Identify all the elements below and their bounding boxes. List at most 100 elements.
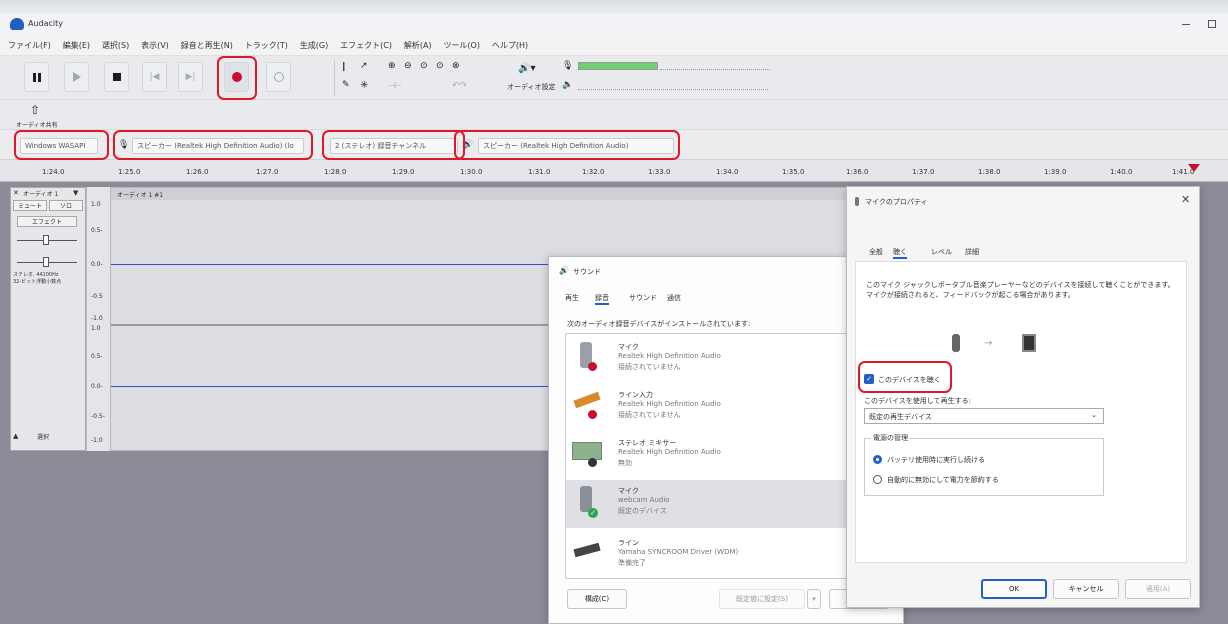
record-annotation [217, 56, 257, 100]
power-radio-2[interactable] [873, 475, 882, 484]
share-audio-label[interactable]: オーディオ共有 [16, 120, 58, 129]
track-name-menu[interactable]: オーディオ 1 [23, 189, 58, 198]
scale-label: -1.0 [91, 437, 103, 444]
power-option-2[interactable]: 自動的に無効にして電力を節約する [887, 475, 999, 485]
zoom-in-icon[interactable]: ⊕ [388, 61, 396, 71]
menu-tools[interactable]: ツール(O) [443, 36, 480, 56]
ruler-tick: 1:29.0 [392, 168, 415, 176]
pause-button[interactable] [24, 62, 49, 92]
audio-setup-label[interactable]: オーディオ設定 [507, 82, 556, 92]
tab-recording[interactable]: 録音 [595, 293, 609, 305]
mute-button[interactable]: ミュート [13, 200, 47, 211]
recording-device-list[interactable]: マイク Realtek High Definition Audio 接続されてい… [565, 333, 865, 579]
playback-through-value: 既定の再生デバイス [869, 413, 932, 421]
select-track-button[interactable]: 選択 [37, 432, 49, 441]
play-icon [72, 72, 81, 82]
ruler-tick: 1:39.0 [1044, 168, 1067, 176]
menu-view[interactable]: 表示(V) [141, 36, 169, 56]
loop-button[interactable] [266, 62, 291, 92]
minimize-icon[interactable] [1182, 24, 1190, 25]
amplitude-scale: 1.0 0.5- 0.0- -0.5 -1.0 1.0 0.5- 0.0- -0… [86, 187, 110, 451]
menu-select[interactable]: 選択(S) [102, 36, 129, 56]
device-item[interactable]: マイク Realtek High Definition Audio 接続されてい… [566, 336, 864, 380]
device-item[interactable]: ライン Yamaha SYNCROOM Driver (WDM) 準備完了 [566, 532, 864, 576]
zoom-out-icon[interactable]: ⊖ [404, 61, 412, 71]
window-title: Audacity [28, 19, 64, 28]
apply-button[interactable]: 適用(A) [1125, 579, 1191, 599]
power-radio-1[interactable] [873, 455, 882, 464]
clip-name[interactable]: オーディオ 1 #1 [117, 190, 163, 199]
effects-button[interactable]: エフェクト [17, 216, 77, 227]
playhead-marker-icon[interactable] [1188, 164, 1200, 172]
playback-through-select[interactable]: 既定の再生デバイス ⌄ [864, 408, 1104, 424]
tab-advanced[interactable]: 詳細 [965, 247, 979, 257]
stop-button[interactable] [104, 62, 129, 92]
tab-general[interactable]: 全般 [869, 247, 883, 257]
zoom-toggle-icon[interactable]: ⊗ [452, 61, 460, 71]
share-toolbar: ⇧ オーディオ共有 [0, 100, 1228, 130]
listen-description: このマイク ジャックしポータブル音楽プレーヤーなどのデバイスを接続して聴くことが… [866, 281, 1175, 299]
collapse-track-icon[interactable]: ▲ [13, 432, 18, 440]
configure-button[interactable]: 構成(C) [567, 589, 627, 609]
disconnected-badge-icon [588, 410, 597, 419]
menu-bar: ファイル(F) 編集(E) 選択(S) 表示(V) 録音と再生(N) トラック(… [0, 36, 1228, 56]
tab-communications[interactable]: 通信 [667, 293, 681, 303]
record-meter[interactable] [578, 62, 658, 70]
timeline-ruler[interactable]: 1:24.0 1:25.0 1:26.0 1:27.0 1:28.0 1:29.… [0, 160, 1228, 182]
mic-properties-dialog: マイクのプロパティ ✕ 全般 聴く レベル 詳細 このマイク ジャックしポータブ… [846, 186, 1200, 608]
tab-levels[interactable]: レベル [931, 247, 952, 257]
playback-device-annotation [454, 130, 680, 160]
scale-label: 0.5- [91, 353, 103, 360]
close-dialog-icon[interactable]: ✕ [1181, 193, 1190, 206]
tab-listen[interactable]: 聴く [893, 247, 907, 259]
menu-tracks[interactable]: トラック(T) [245, 36, 288, 56]
tab-playback[interactable]: 再生 [565, 293, 579, 303]
tab-sounds[interactable]: サウンド [629, 293, 657, 303]
envelope-tool-icon[interactable]: ↗ [360, 61, 368, 71]
skip-end-button[interactable]: ▶| [178, 62, 203, 92]
maximize-icon[interactable] [1208, 20, 1216, 28]
menu-edit[interactable]: 編集(E) [63, 36, 90, 56]
skip-start-button[interactable]: |◀ [142, 62, 167, 92]
undo-icon[interactable]: ↶↷ [452, 81, 467, 91]
trim-icon[interactable]: ⊣⊢ [388, 81, 402, 90]
set-default-button[interactable]: 既定値に設定(S) [719, 589, 805, 609]
ruler-tick: 1:37.0 [912, 168, 935, 176]
pan-slider-thumb[interactable] [43, 257, 49, 267]
ok-button[interactable]: OK [981, 579, 1047, 599]
play-button[interactable] [64, 62, 89, 92]
device-item-selected[interactable]: ✓ マイク webcam Audio 既定のデバイス [566, 480, 864, 528]
power-management-group: 電源の管理 バッテリ使用時に実行し続ける 自動的に無効にして電力を節約する [864, 433, 1104, 496]
cancel-button[interactable]: キャンセル [1053, 579, 1119, 599]
draw-tool-icon[interactable]: ✎ [342, 80, 350, 90]
device-driver: Realtek High Definition Audio [618, 448, 721, 456]
menu-generate[interactable]: 生成(G) [300, 36, 328, 56]
select-tool-icon[interactable]: I [342, 60, 346, 74]
menu-effect[interactable]: エフェクト(C) [340, 36, 392, 56]
audio-setup-icon[interactable]: 🔊▾ [518, 63, 535, 74]
pause-icon [32, 72, 41, 82]
default-check-icon: ✓ [588, 508, 598, 518]
ruler-tick: 1:28.0 [324, 168, 347, 176]
playback-meter[interactable] [578, 82, 768, 90]
menu-help[interactable]: ヘルプ(H) [492, 36, 528, 56]
solo-button[interactable]: ソロ [49, 200, 83, 211]
device-item[interactable]: ライン入力 Realtek High Definition Audio 接続され… [566, 384, 864, 428]
device-name: ライン入力 [618, 391, 653, 399]
ruler-tick: 1:36.0 [846, 168, 869, 176]
fit-selection-icon[interactable]: ⊙ [420, 61, 428, 71]
fit-project-icon[interactable]: ⊙ [436, 61, 444, 71]
menu-file[interactable]: ファイル(F) [8, 36, 51, 56]
menu-transport[interactable]: 録音と再生(N) [181, 36, 233, 56]
device-item[interactable]: ステレオ ミキサー Realtek High Definition Audio … [566, 432, 864, 476]
menu-analyze[interactable]: 解析(A) [404, 36, 432, 56]
gain-slider-thumb[interactable] [43, 235, 49, 245]
device-status: 準備完了 [618, 559, 646, 567]
set-default-dropdown[interactable]: ▾ [807, 589, 821, 609]
power-option-1[interactable]: バッテリ使用時に実行し続ける [887, 455, 985, 465]
track-menu-arrow-icon[interactable]: ▼ [73, 189, 78, 197]
multi-tool-icon[interactable]: ✳ [360, 80, 368, 91]
ruler-tick: 1:30.0 [460, 168, 483, 176]
close-track-icon[interactable]: ✕ [13, 189, 19, 197]
share-icon[interactable]: ⇧ [30, 103, 40, 117]
